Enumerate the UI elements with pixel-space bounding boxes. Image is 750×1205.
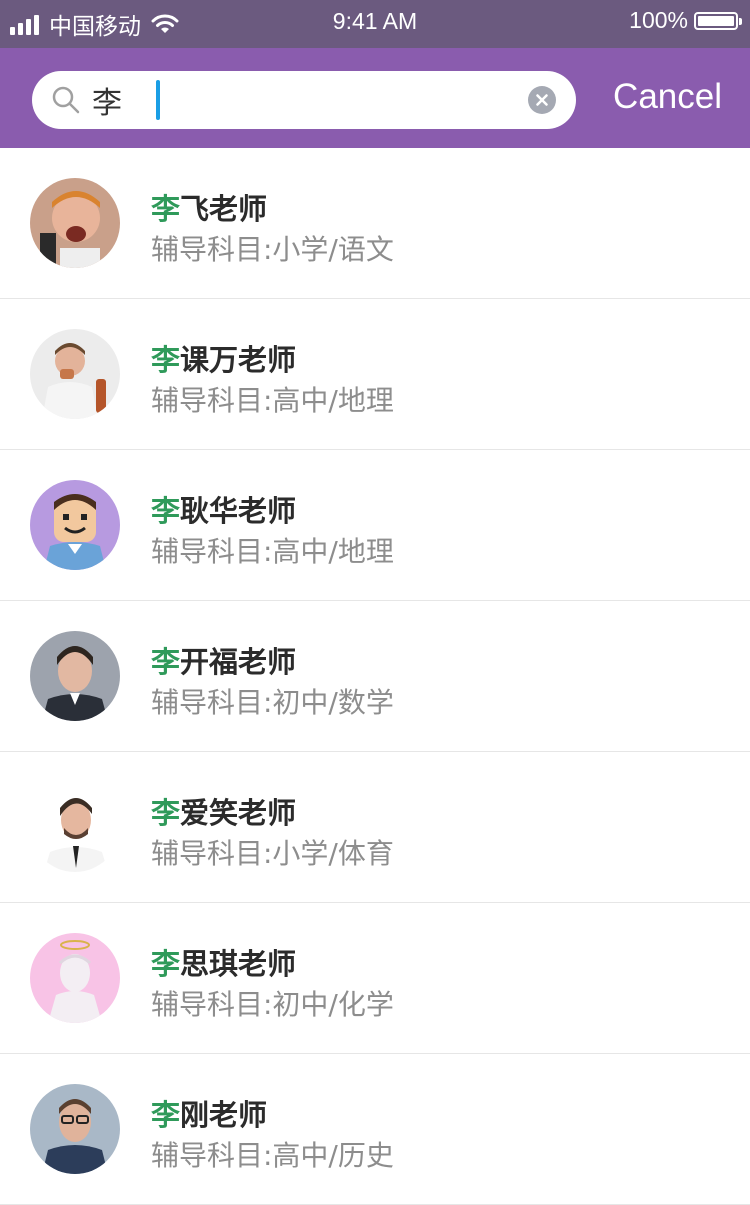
avatar — [30, 933, 120, 1023]
avatar — [30, 178, 120, 268]
list-item[interactable]: 李飞老师 辅导科目:小学/语文 — [0, 148, 750, 299]
teacher-name: 李耿华老师 — [151, 494, 297, 528]
teacher-name: 李思琪老师 — [151, 947, 297, 981]
teacher-subject: 辅导科目:小学/语文 — [151, 233, 394, 266]
avatar — [30, 782, 120, 872]
teacher-name: 李课万老师 — [151, 343, 297, 377]
avatar — [30, 480, 120, 570]
battery-percent: 100% — [629, 7, 688, 33]
teacher-name: 李爱笑老师 — [151, 796, 297, 830]
status-bar: 中国移动 9:41 AM 100% — [0, 0, 750, 48]
status-right: 100% — [629, 7, 742, 34]
teacher-name: 李开福老师 — [151, 645, 297, 679]
list-item[interactable]: 李思琪老师 辅导科目:初中/化学 — [0, 903, 750, 1054]
list-item[interactable]: 李课万老师 辅导科目:高中/地理 — [0, 299, 750, 450]
teacher-subject: 辅导科目:小学/体育 — [151, 837, 394, 870]
clear-search-button[interactable] — [528, 86, 556, 114]
list-item[interactable]: 李爱笑老师 辅导科目:小学/体育 — [0, 752, 750, 903]
list-item[interactable]: 李耿华老师 辅导科目:高中/地理 — [0, 450, 750, 601]
teacher-subject: 辅导科目:初中/数学 — [151, 686, 394, 719]
list-item[interactable]: 李刚老师 辅导科目:高中/历史 — [0, 1054, 750, 1205]
teacher-subject: 辅导科目:高中/地理 — [151, 384, 394, 417]
avatar — [30, 329, 120, 419]
search-results-list: 李飞老师 辅导科目:小学/语文 李课万老师 辅导科目:高中/地理 李耿华老师 辅… — [0, 148, 750, 1205]
battery-icon — [694, 11, 742, 30]
teacher-subject: 辅导科目:高中/地理 — [151, 535, 394, 568]
search-icon — [52, 86, 80, 114]
teacher-name: 李飞老师 — [151, 192, 268, 226]
teacher-subject: 辅导科目:初中/化学 — [151, 988, 394, 1021]
cancel-button[interactable]: Cancel — [613, 77, 722, 117]
avatar — [30, 1084, 120, 1174]
list-item[interactable]: 李开福老师 辅导科目:初中/数学 — [0, 601, 750, 752]
search-header: Cancel — [0, 48, 750, 148]
teacher-name: 李刚老师 — [151, 1098, 268, 1132]
avatar — [30, 631, 120, 721]
text-cursor — [156, 80, 160, 120]
search-input[interactable] — [92, 82, 472, 118]
teacher-subject: 辅导科目:高中/历史 — [151, 1139, 394, 1172]
search-box[interactable] — [32, 71, 576, 129]
close-icon — [536, 94, 548, 106]
